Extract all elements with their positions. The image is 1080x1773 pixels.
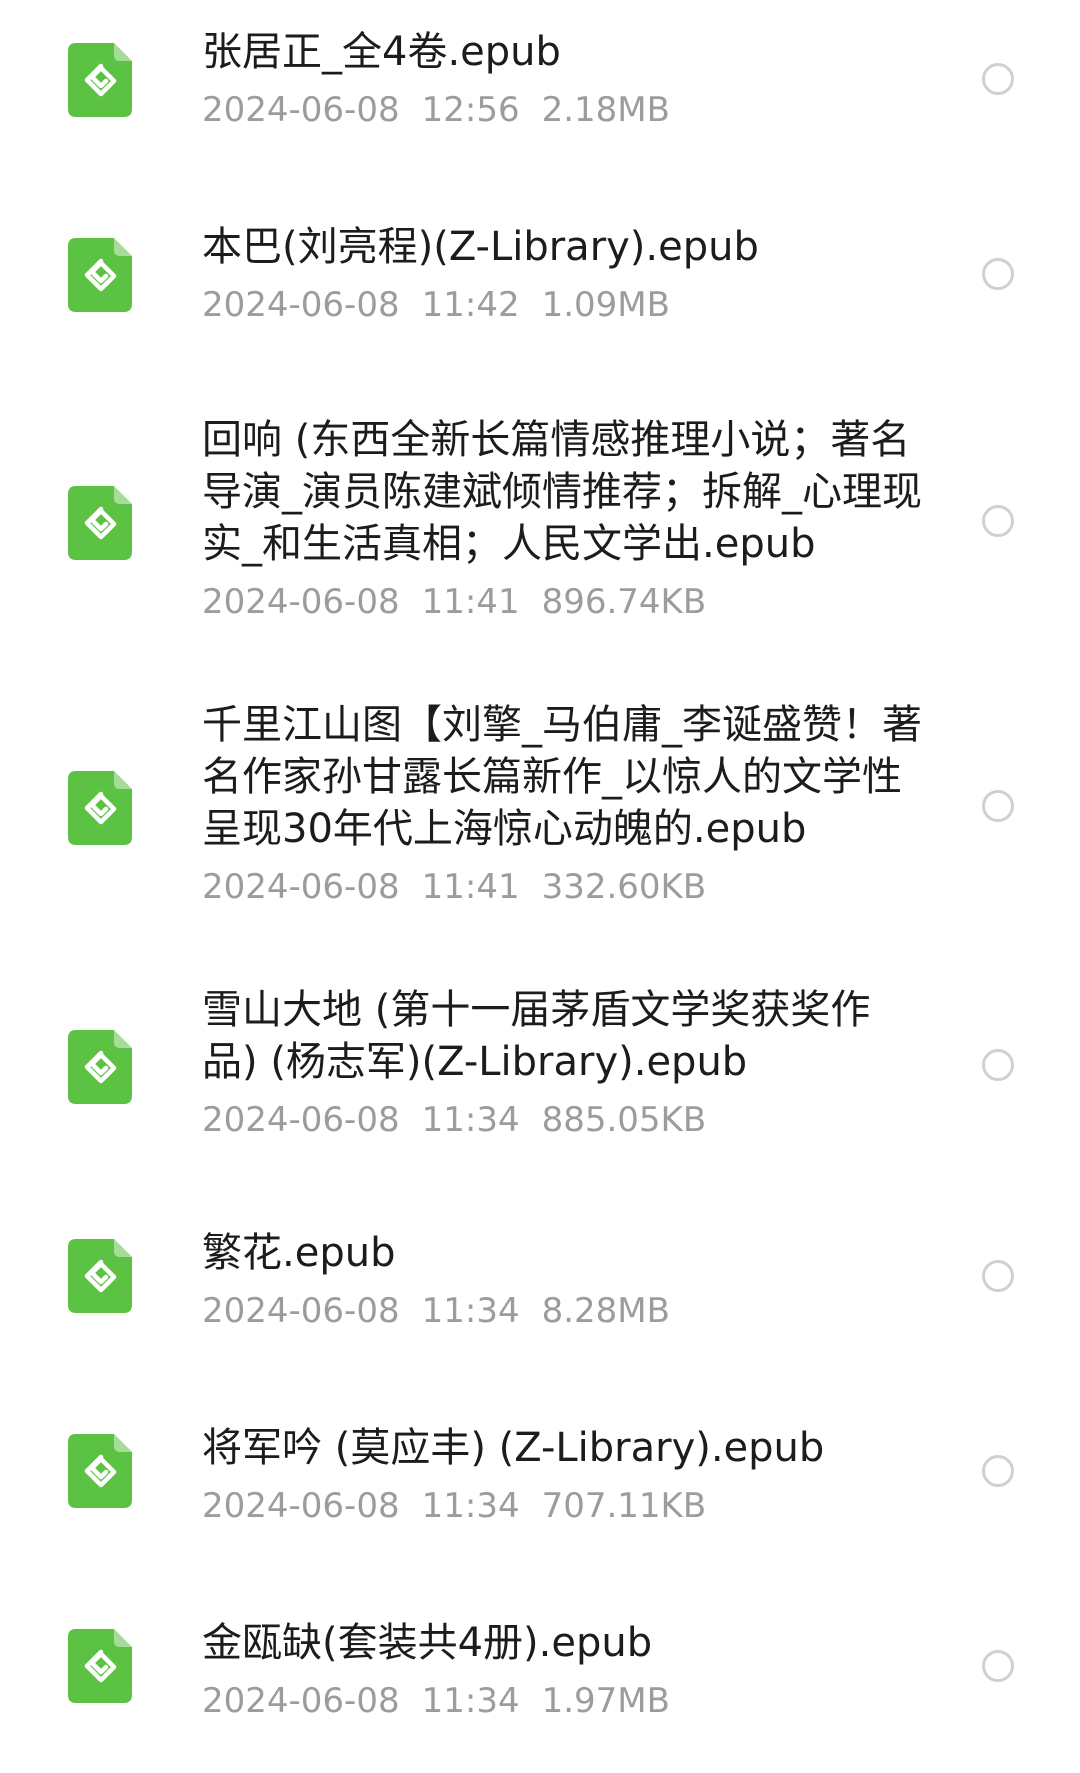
file-list-item[interactable]: 张居正_全4卷.epub 2024-06-08 12:56 2.18MB [0, 0, 1080, 195]
select-radio[interactable] [982, 1049, 1014, 1081]
file-date: 2024-06-08 [202, 90, 400, 130]
file-list-item[interactable]: 金瓯缺(套装共4册).epub 2024-06-08 11:34 1.97MB [0, 1595, 1080, 1773]
file-meta: 2024-06-08 11:41 332.60KB [202, 865, 922, 909]
select-radio[interactable] [982, 1260, 1014, 1292]
file-list-item[interactable]: 回响 (东西全新长篇情感推理小说；著名导演_演员陈建斌倾情推荐；拆解_心理现实_… [0, 390, 1080, 675]
file-list-item[interactable]: 将军吟 (莫应丰) (Z-Library).epub 2024-06-08 11:3… [0, 1400, 1080, 1595]
file-size: 896.74KB [541, 582, 707, 622]
file-info: 繁花.epub 2024-06-08 11:34 8.28MB [202, 1227, 922, 1333]
file-date: 2024-06-08 [202, 1486, 400, 1526]
select-radio[interactable] [982, 790, 1014, 822]
file-date: 2024-06-08 [202, 867, 400, 907]
file-list-item[interactable]: 雪山大地 (第十一届茅盾文学奖获奖作品) (杨志军)(Z-Library).ep… [0, 960, 1080, 1205]
select-radio[interactable] [982, 505, 1014, 537]
epub-file-icon [68, 1030, 132, 1104]
file-info: 回响 (东西全新长篇情感推理小说；著名导演_演员陈建斌倾情推荐；拆解_心理现实_… [202, 414, 922, 624]
file-list-item[interactable]: 千里江山图【刘擎_马伯庸_李诞盛赞！著名作家孙甘露长篇新作_以惊人的文学性呈现3… [0, 675, 1080, 960]
epub-file-icon [68, 238, 132, 312]
epub-file-icon [68, 486, 132, 560]
epub-file-icon [68, 1434, 132, 1508]
file-time: 11:34 [421, 1291, 520, 1331]
file-time: 11:34 [421, 1486, 520, 1526]
select-radio[interactable] [982, 63, 1014, 95]
file-name: 本巴(刘亮程)(Z-Library).epub [202, 224, 759, 270]
file-info: 将军吟 (莫应丰) (Z-Library).epub 2024-06-08 11:3… [202, 1422, 922, 1528]
file-meta: 2024-06-08 11:34 885.05KB [202, 1098, 922, 1142]
file-info: 本巴(刘亮程)(Z-Library).epub 2024-06-08 11:42 1.… [202, 221, 922, 327]
file-meta: 2024-06-08 12:56 2.18MB [202, 88, 922, 132]
file-meta: 2024-06-08 11:42 1.09MB [202, 283, 922, 327]
file-time: 11:34 [421, 1100, 520, 1140]
file-size: 332.60KB [541, 867, 707, 907]
file-time: 11:41 [421, 582, 520, 622]
file-size: 8.28MB [541, 1291, 670, 1331]
file-meta: 2024-06-08 11:34 1.97MB [202, 1679, 922, 1723]
file-size: 707.11KB [541, 1486, 707, 1526]
file-info: 千里江山图【刘擎_马伯庸_李诞盛赞！著名作家孙甘露长篇新作_以惊人的文学性呈现3… [202, 699, 922, 909]
file-list: 张居正_全4卷.epub 2024-06-08 12:56 2.18MB 本巴(刘亮程)… [0, 0, 1080, 1773]
select-radio[interactable] [982, 1650, 1014, 1682]
file-date: 2024-06-08 [202, 285, 400, 325]
file-date: 2024-06-08 [202, 1100, 400, 1140]
file-meta: 2024-06-08 11:34 8.28MB [202, 1289, 922, 1333]
epub-file-icon [68, 1629, 132, 1703]
file-name: 张居正_全4卷.epub [202, 29, 561, 75]
file-size: 1.09MB [541, 285, 670, 325]
file-name: 将军吟 (莫应丰) (Z-Library).epub [202, 1425, 825, 1471]
file-list-item[interactable]: 繁花.epub 2024-06-08 11:34 8.28MB [0, 1205, 1080, 1400]
file-info: 张居正_全4卷.epub 2024-06-08 12:56 2.18MB [202, 26, 922, 132]
file-name: 回响 (东西全新长篇情感推理小说；著名导演_演员陈建斌倾情推荐；拆解_心理现实_… [202, 417, 922, 567]
file-list-item[interactable]: 本巴(刘亮程)(Z-Library).epub 2024-06-08 11:42 1.… [0, 195, 1080, 390]
file-size: 2.18MB [541, 90, 670, 130]
file-date: 2024-06-08 [202, 1681, 400, 1721]
file-date: 2024-06-08 [202, 1291, 400, 1331]
select-radio[interactable] [982, 1455, 1014, 1487]
file-size: 1.97MB [541, 1681, 670, 1721]
epub-file-icon [68, 1239, 132, 1313]
file-name: 千里江山图【刘擎_马伯庸_李诞盛赞！著名作家孙甘露长篇新作_以惊人的文学性呈现3… [202, 702, 922, 852]
epub-file-icon [68, 771, 132, 845]
file-name: 金瓯缺(套装共4册).epub [202, 1620, 653, 1666]
file-time: 11:41 [421, 867, 520, 907]
file-name: 雪山大地 (第十一届茅盾文学奖获奖作品) (杨志军)(Z-Library).ep… [202, 987, 871, 1085]
file-info: 金瓯缺(套装共4册).epub 2024-06-08 11:34 1.97MB [202, 1617, 922, 1723]
file-meta: 2024-06-08 11:41 896.74KB [202, 580, 922, 624]
file-time: 11:42 [421, 285, 520, 325]
file-info: 雪山大地 (第十一届茅盾文学奖获奖作品) (杨志军)(Z-Library).ep… [202, 984, 922, 1142]
file-size: 885.05KB [541, 1100, 707, 1140]
select-radio[interactable] [982, 258, 1014, 290]
file-name: 繁花.epub [202, 1230, 396, 1276]
file-meta: 2024-06-08 11:34 707.11KB [202, 1484, 922, 1528]
file-date: 2024-06-08 [202, 582, 400, 622]
file-time: 12:56 [421, 90, 520, 130]
file-time: 11:34 [421, 1681, 520, 1721]
epub-file-icon [68, 43, 132, 117]
